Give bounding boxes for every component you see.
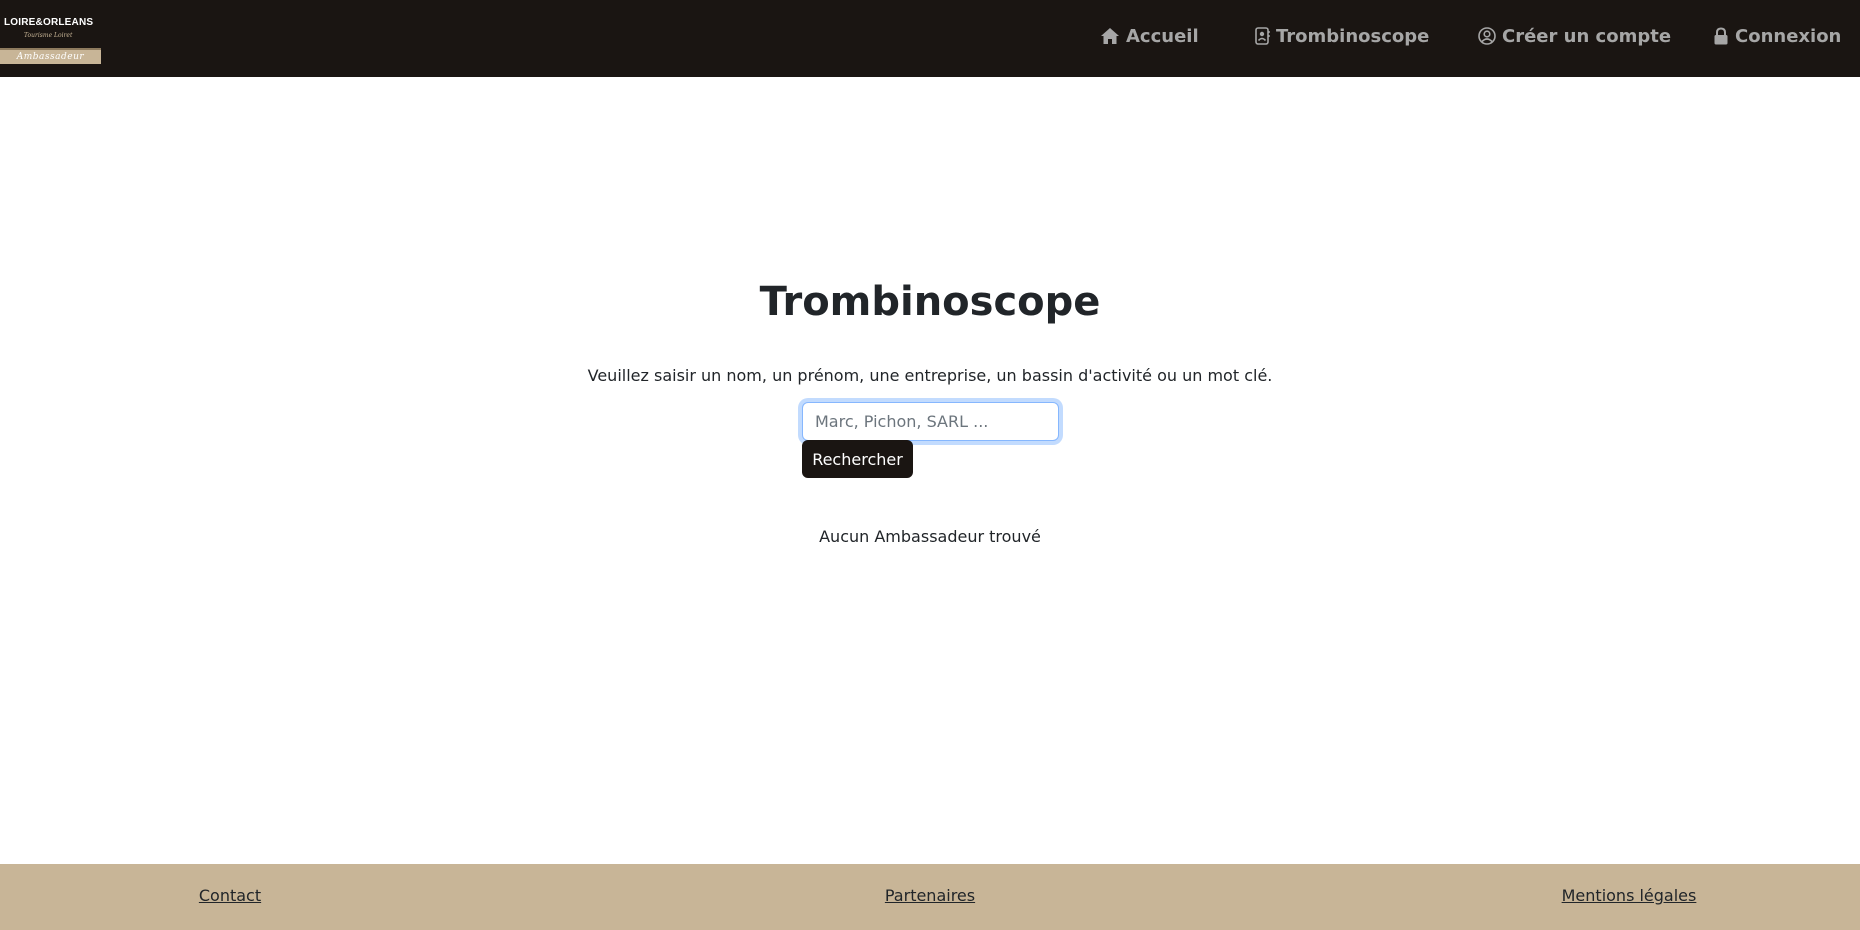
logo-title: LOIRE&ORLEANS	[4, 17, 94, 28]
home-icon	[1100, 27, 1120, 45]
search-instructions: Veuillez saisir un nom, un prénom, une e…	[587, 366, 1273, 385]
main-content: Trombinoscope Veuillez saisir un nom, un…	[0, 77, 1860, 864]
nav-accueil[interactable]: Accueil	[1100, 23, 1199, 49]
nav-connexion-label: Connexion	[1735, 25, 1842, 47]
top-navbar: LOIRE&ORLEANS Tourisme Loiret Ambassadeu…	[0, 0, 1860, 77]
logo-subtitle: Tourisme Loiret	[24, 32, 73, 39]
logo-band: Ambassadeur	[0, 48, 101, 64]
search-button[interactable]: Rechercher	[802, 440, 913, 478]
footer-link-partenaires[interactable]: Partenaires	[820, 886, 1040, 905]
search-input[interactable]	[802, 402, 1059, 441]
nav-trombinoscope-label: Trombinoscope	[1276, 25, 1430, 47]
page-title: Trombinoscope	[759, 279, 1101, 325]
contact-card-icon	[1255, 27, 1270, 45]
no-results-message: Aucun Ambassadeur trouvé	[819, 527, 1041, 546]
loire-orleans-ambassadeur-logo[interactable]: LOIRE&ORLEANS Tourisme Loiret Ambassadeu…	[0, 14, 101, 64]
footer-link-mentions-legales[interactable]: Mentions légales	[1519, 886, 1739, 905]
nav-accueil-label: Accueil	[1126, 25, 1199, 47]
nav-creer-un-compte-label: Créer un compte	[1502, 25, 1672, 47]
lock-icon	[1713, 27, 1729, 45]
nav-connexion[interactable]: Connexion	[1713, 23, 1841, 49]
nav-trombinoscope[interactable]: Trombinoscope	[1255, 23, 1429, 49]
footer: Contact Partenaires Mentions légales	[0, 864, 1860, 930]
nav-creer-un-compte[interactable]: Créer un compte	[1478, 23, 1671, 49]
footer-link-contact[interactable]: Contact	[120, 886, 340, 905]
user-circle-icon	[1478, 27, 1496, 45]
